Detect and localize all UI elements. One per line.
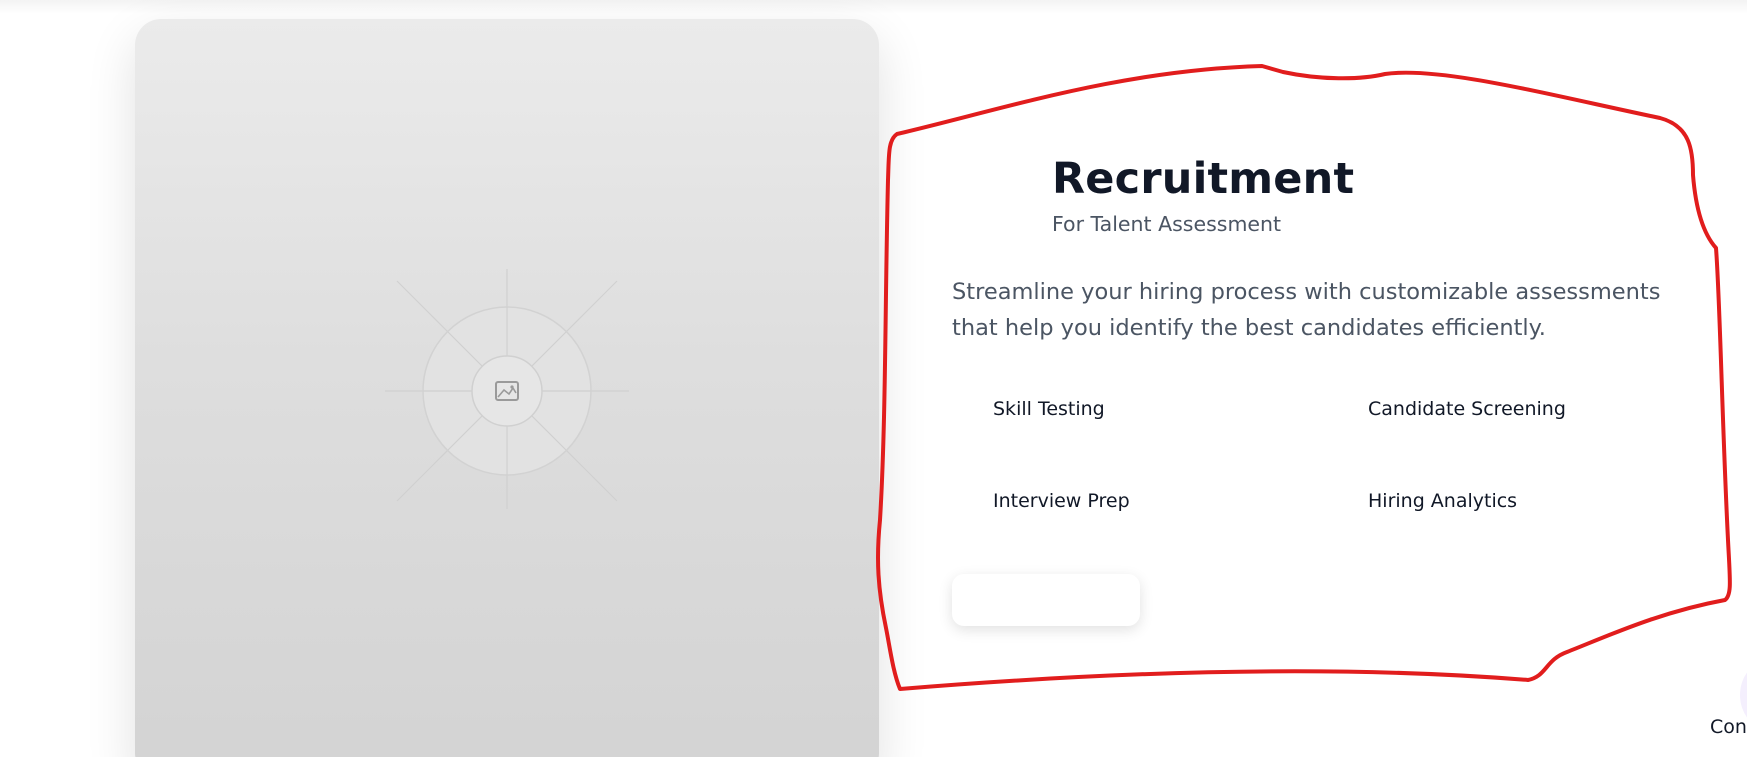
- image-placeholder-graphic: [385, 269, 629, 509]
- feature-label: Interview Prep: [993, 490, 1130, 512]
- image-placeholder-card: [135, 19, 879, 757]
- section-subtitle: For Talent Assessment: [1052, 212, 1282, 236]
- section-description: Streamline your hiring process with cust…: [952, 279, 1661, 341]
- feature-label: Hiring Analytics: [1368, 490, 1518, 512]
- feature-item-interview-prep: Interview Prep: [993, 490, 1130, 512]
- feature-item-hiring-analytics: Hiring Analytics: [1368, 490, 1517, 512]
- feature-item-candidate-screening: Candidate Screening: [1368, 398, 1566, 420]
- corner-label[interactable]: Con: [1710, 716, 1747, 738]
- cta-button[interactable]: [952, 574, 1140, 626]
- feature-label: Candidate Screening: [1368, 398, 1566, 420]
- feature-item-skill-testing: Skill Testing: [993, 398, 1105, 420]
- page: Recruitment For Talent Assessment Stream…: [0, 0, 1747, 757]
- feature-label: Skill Testing: [993, 398, 1105, 420]
- top-shadow: [0, 0, 1747, 14]
- section-title: Recruitment: [1052, 154, 1355, 204]
